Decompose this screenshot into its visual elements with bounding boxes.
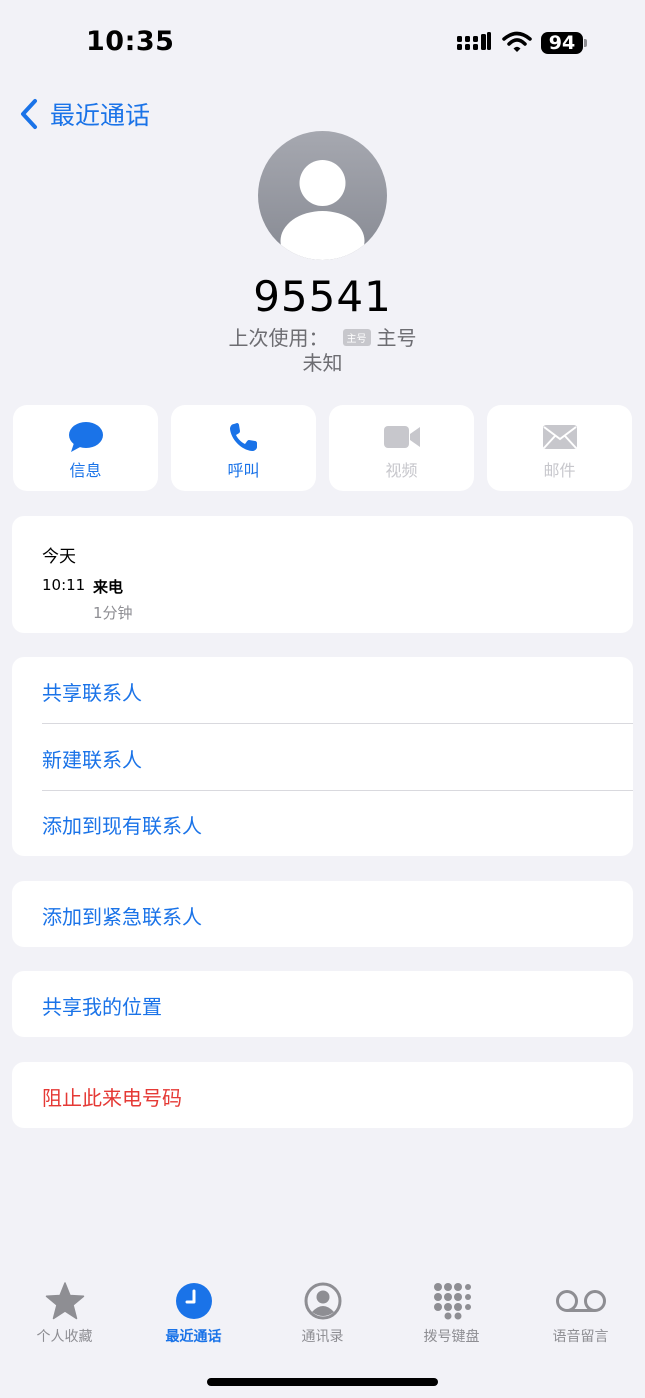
call-history-date: 今天 bbox=[42, 547, 76, 567]
new-contact-label: 新建联系人 bbox=[42, 748, 142, 772]
add-to-existing-label: 添加到现有联系人 bbox=[42, 814, 202, 838]
cellular-signal-icon bbox=[457, 32, 491, 50]
person-circle-icon bbox=[304, 1282, 341, 1320]
call-type: 来电 bbox=[93, 578, 124, 596]
battery-indicator: 94 bbox=[541, 32, 583, 54]
star-icon bbox=[45, 1282, 84, 1320]
call-button[interactable]: 呼叫 bbox=[171, 405, 316, 491]
share-contact-row[interactable]: 共享联系人 bbox=[12, 657, 633, 723]
phone-icon bbox=[229, 423, 257, 451]
emergency-contact-label: 添加到紧急联系人 bbox=[42, 905, 202, 929]
status-time: 10:35 bbox=[86, 26, 175, 57]
block-caller-label: 阻止此来电号码 bbox=[42, 1086, 182, 1110]
tab-recents-label: 最近通话 bbox=[165, 1329, 222, 1345]
tab-contacts-label: 通讯录 bbox=[301, 1329, 344, 1345]
avatar bbox=[258, 131, 387, 260]
contact-options-card: 共享联系人 新建联系人 添加到现有联系人 bbox=[12, 657, 633, 856]
back-button[interactable]: 最近通话 bbox=[50, 96, 150, 132]
share-contact-label: 共享联系人 bbox=[42, 681, 142, 705]
video-button[interactable]: 视频 bbox=[329, 405, 474, 491]
call-time: 10:11 bbox=[42, 576, 86, 594]
tab-recents[interactable]: 最近通话 bbox=[129, 1280, 258, 1350]
sim-badge: 主号 bbox=[342, 329, 371, 346]
video-icon bbox=[383, 426, 420, 448]
person-silhouette-icon bbox=[280, 160, 365, 260]
call-label: 呼叫 bbox=[227, 461, 260, 480]
message-button[interactable]: 信息 bbox=[13, 405, 158, 491]
message-icon bbox=[68, 422, 103, 452]
emergency-contact-card[interactable]: 添加到紧急联系人 bbox=[12, 881, 633, 947]
tab-keypad-label: 拨号键盘 bbox=[423, 1329, 480, 1345]
tab-voicemail[interactable]: 语音留言 bbox=[516, 1280, 645, 1350]
back-chevron-icon[interactable] bbox=[18, 98, 40, 130]
share-location-label: 共享我的位置 bbox=[42, 995, 162, 1019]
tab-keypad[interactable]: 拨号键盘 bbox=[387, 1280, 516, 1350]
share-location-card[interactable]: 共享我的位置 bbox=[12, 971, 633, 1037]
new-contact-row[interactable]: 新建联系人 bbox=[12, 724, 633, 790]
tab-favorites-label: 个人收藏 bbox=[36, 1329, 93, 1345]
clock-icon bbox=[175, 1283, 212, 1319]
mail-button[interactable]: 邮件 bbox=[487, 405, 632, 491]
wifi-icon bbox=[502, 31, 532, 52]
voicemail-icon bbox=[555, 1290, 606, 1312]
block-caller-card[interactable]: 阻止此来电号码 bbox=[12, 1062, 633, 1128]
tab-voicemail-label: 语音留言 bbox=[552, 1329, 609, 1345]
battery-tip bbox=[584, 39, 587, 47]
mail-icon bbox=[542, 425, 577, 449]
tab-contacts[interactable]: 通讯录 bbox=[258, 1280, 387, 1350]
contact-status: 未知 bbox=[302, 351, 343, 375]
call-history-card: 今天 10:11 来电 1分钟 bbox=[12, 516, 633, 633]
keypad-icon bbox=[433, 1283, 471, 1320]
contact-number: 95541 bbox=[253, 272, 392, 321]
call-duration: 1分钟 bbox=[93, 604, 133, 622]
home-indicator[interactable] bbox=[207, 1378, 438, 1386]
tab-favorites[interactable]: 个人收藏 bbox=[0, 1280, 129, 1350]
mail-label: 邮件 bbox=[543, 461, 576, 480]
video-label: 视频 bbox=[385, 461, 418, 480]
add-to-existing-row[interactable]: 添加到现有联系人 bbox=[12, 790, 633, 856]
message-label: 信息 bbox=[69, 461, 102, 480]
